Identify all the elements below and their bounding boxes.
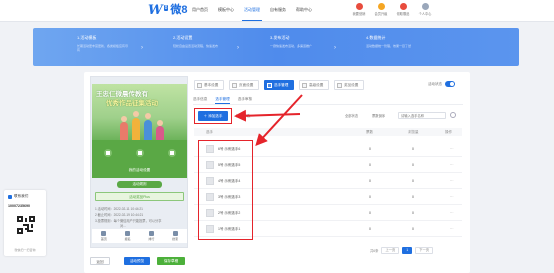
annotation-arrows — [234, 94, 303, 146]
chat-icon — [8, 194, 12, 199]
arrow-to-add-button — [234, 109, 301, 122]
contact-widget: 联系我们 10007235690 微信扫一扫咨询 — [4, 190, 46, 256]
arrow-to-player-list — [255, 94, 303, 146]
qr-caption: 微信扫一扫咨询 — [14, 248, 36, 252]
contact-title-text: 联系我们 — [14, 194, 29, 198]
qr-code-icon — [17, 216, 35, 234]
contact-phone: 10007235690 — [8, 204, 30, 208]
contact-title: 联系我们 — [8, 194, 28, 199]
